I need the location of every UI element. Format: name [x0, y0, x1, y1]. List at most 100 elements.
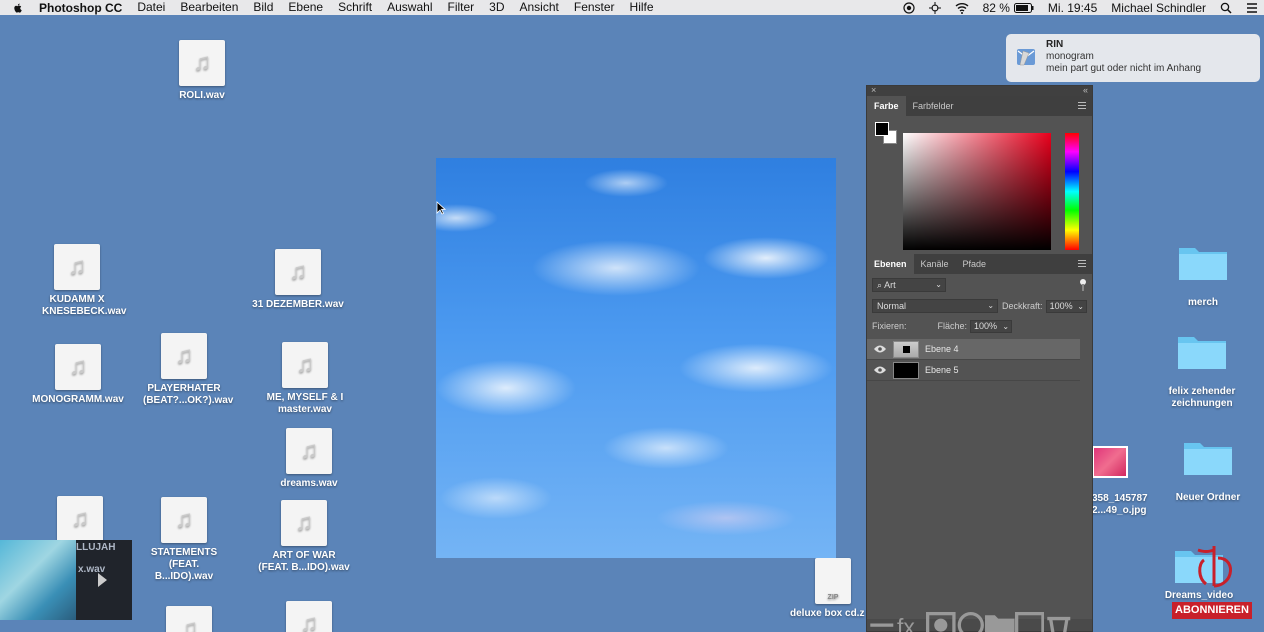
desktop-file-statements[interactable]: ♫ STATEMENTS (FEAT. B...IDO).wav	[129, 497, 239, 583]
battery-icon[interactable]	[1013, 2, 1034, 14]
layer-row-ebene-4[interactable]: Ebene 4	[867, 339, 1080, 360]
filter-toggle-icon[interactable]	[1079, 278, 1087, 292]
menu-ebene[interactable]: Ebene	[288, 0, 323, 15]
tab-kanaele[interactable]: Kanäle	[914, 254, 956, 274]
mouse-cursor-icon	[436, 201, 446, 215]
battery-percent: 82 %	[982, 0, 1010, 15]
user-name[interactable]: Michael Schindler	[1111, 1, 1206, 15]
desktop-file-partial-2[interactable]: ♫	[254, 601, 364, 632]
desktop-file-monogramm[interactable]: ♫ MONOGRAMM.wav	[23, 344, 133, 406]
layer-thumbnail	[893, 361, 919, 379]
play-icon[interactable]	[98, 573, 107, 587]
menu-filter[interactable]: Filter	[447, 0, 474, 15]
notification-banner[interactable]: RIN monogram mein part gut oder nicht im…	[1006, 34, 1260, 82]
desktop-folder-neuer-ordner[interactable]: Neuer Ordner	[1153, 437, 1263, 504]
zip-file-icon: ZIP	[815, 558, 851, 604]
menu-fenster[interactable]: Fenster	[574, 0, 615, 15]
mail-app-icon	[1017, 49, 1035, 66]
menu-auswahl[interactable]: Auswahl	[387, 0, 432, 15]
apple-menu-icon[interactable]	[12, 2, 24, 14]
menu-hilfe[interactable]: Hilfe	[630, 0, 654, 15]
jpg-file-thumbnail[interactable]	[1092, 446, 1128, 478]
tab-pfade[interactable]: Pfade	[956, 254, 994, 274]
audio-file-icon: ♫	[179, 40, 225, 86]
notification-center-icon[interactable]	[1246, 2, 1258, 14]
menu-schrift[interactable]: Schrift	[338, 0, 372, 15]
menu-datei[interactable]: Datei	[137, 0, 165, 15]
opacity-value: 100%	[1049, 300, 1073, 311]
fill-field[interactable]: 100% ⌄	[970, 319, 1013, 333]
blend-mode-select[interactable]: Normal ⌄	[872, 299, 999, 313]
link-layers-icon[interactable]	[867, 612, 897, 632]
document-canvas[interactable]	[436, 158, 836, 558]
file-label-line2: 2...49_o.jpg	[1092, 505, 1147, 516]
desktop-file-me-myself[interactable]: ♫ ME, MYSELF & I master.wav	[250, 342, 360, 416]
blend-mode-value: Normal	[877, 301, 907, 311]
audio-file-icon: ♫	[286, 428, 332, 474]
visibility-eye-icon[interactable]	[874, 345, 886, 353]
panel-collapse-icon[interactable]: «	[1083, 85, 1088, 95]
new-group-icon[interactable]	[985, 612, 1015, 632]
lock-fill-row: Fixieren: Fläche: 100% ⌄	[867, 316, 1092, 336]
adjustment-layer-icon[interactable]	[956, 611, 986, 632]
add-mask-icon[interactable]	[926, 611, 956, 632]
delete-layer-icon[interactable]	[1044, 612, 1074, 632]
foreground-color-swatch[interactable]	[875, 122, 889, 136]
audio-file-icon: ♫	[55, 344, 101, 390]
desktop-file-dreams[interactable]: ♫ dreams.wav	[254, 428, 364, 490]
menu-3d[interactable]: 3D	[489, 0, 504, 15]
layer-style-fx-icon[interactable]: fx	[897, 612, 927, 632]
wifi-icon[interactable]	[955, 2, 969, 14]
audio-file-icon: ♫	[281, 500, 327, 546]
layer-filter-row: ⌕ Art ⌄	[867, 274, 1092, 296]
audio-file-icon: ♫	[57, 496, 103, 542]
channel-logo-icon[interactable]	[1190, 542, 1234, 602]
menu-ansicht[interactable]: Ansicht	[520, 0, 559, 15]
menu-extras: 82 % Mi. 19:45 Michael Schindler	[902, 0, 1264, 15]
desktop-file-partial-1[interactable]: ♫	[134, 606, 244, 632]
tab-farbfelder[interactable]: Farbfelder	[906, 96, 961, 116]
panel-close-icon[interactable]: ×	[871, 85, 876, 95]
layer-filter-select[interactable]: ⌕ Art ⌄	[872, 278, 946, 292]
layer-filter-value: Art	[884, 280, 896, 290]
tab-ebenen[interactable]: Ebenen	[867, 254, 914, 274]
hue-slider[interactable]	[1065, 133, 1079, 250]
desktop-file-playerhater[interactable]: ♫ PLAYERHATER (BEAT?...OK?).wav	[129, 333, 239, 407]
opacity-field[interactable]: 100% ⌄	[1045, 299, 1087, 313]
desktop-folder-merch[interactable]: merch	[1148, 242, 1258, 309]
layer-row-ebene-5[interactable]: Ebene 5	[867, 360, 1080, 381]
menu-bild[interactable]: Bild	[253, 0, 273, 15]
subscribe-button[interactable]: ABONNIEREN	[1172, 602, 1252, 619]
record-icon[interactable]	[902, 1, 915, 14]
file-label-line1: 358_145787	[1092, 493, 1148, 504]
visibility-eye-icon[interactable]	[874, 366, 886, 374]
clock[interactable]: Mi. 19:45	[1048, 1, 1097, 15]
layer-name[interactable]: Ebene 4	[925, 344, 959, 354]
audio-file-icon: ♫	[282, 342, 328, 388]
desktop-file-hallujah[interactable]: ♫	[25, 496, 135, 546]
layers-panel-menu-icon[interactable]	[1078, 260, 1086, 267]
color-panel-menu-icon[interactable]	[1078, 102, 1086, 109]
color-panel-tabs: Farbe Farbfelder	[867, 96, 1092, 116]
layer-name[interactable]: Ebene 5	[925, 365, 959, 375]
menu-app-name[interactable]: Photoshop CC	[39, 1, 122, 15]
layers-panel-tabs: Ebenen Kanäle Pfade	[867, 254, 1092, 274]
spotlight-icon[interactable]	[1220, 2, 1232, 14]
opacity-label: Deckkraft:	[1002, 301, 1043, 311]
audio-file-icon: ♫	[166, 606, 212, 632]
desktop-file-jpg-label[interactable]: 358_145787 2...49_o.jpg	[1092, 493, 1152, 517]
desktop-file-roli[interactable]: ♫ ROLI.wav	[147, 40, 257, 102]
saturation-brightness-field[interactable]	[903, 133, 1051, 250]
video-endscreen-card[interactable]: LLUJAH x.wav	[0, 540, 132, 620]
tab-farbe[interactable]: Farbe	[867, 96, 906, 116]
desktop-file-kudamm[interactable]: ♫ KUDAMM X KNESEBECK.wav	[22, 244, 132, 318]
new-layer-icon[interactable]	[1014, 611, 1045, 632]
menu-bearbeiten[interactable]: Bearbeiten	[180, 0, 238, 15]
desktop-file-31-dezember[interactable]: ♫ 31 DEZEMBER.wav	[243, 249, 353, 311]
video-thumbnail[interactable]	[0, 540, 76, 620]
menu-bar: Photoshop CC Datei Bearbeiten Bild Ebene…	[0, 0, 1264, 15]
folder-icon	[1184, 443, 1232, 475]
desktop-file-art-of-war[interactable]: ♫ ART OF WAR (FEAT. B...IDO).wav	[249, 500, 359, 574]
desktop-folder-felix[interactable]: felix zehender zeichnungen	[1147, 331, 1257, 410]
scope-icon[interactable]	[928, 1, 941, 14]
